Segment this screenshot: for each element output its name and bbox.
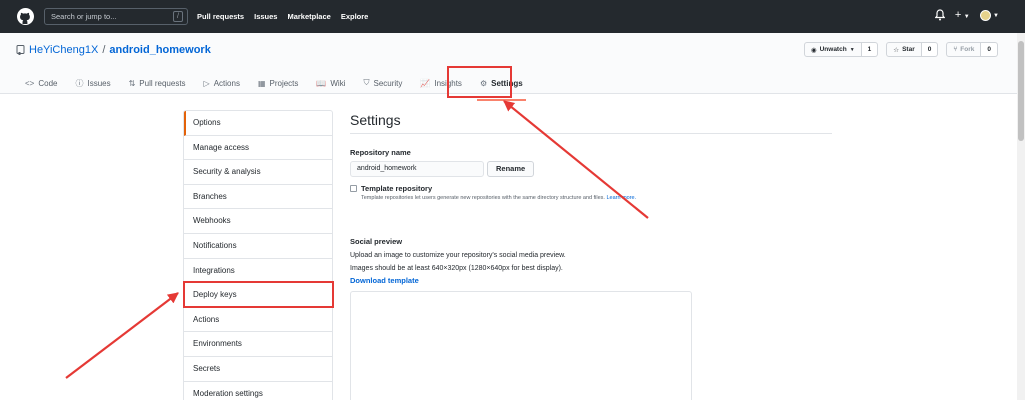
arrow-to-deploy-keys [65, 292, 179, 379]
arrow-to-settings [503, 100, 649, 219]
annotation-arrows [65, 100, 649, 379]
